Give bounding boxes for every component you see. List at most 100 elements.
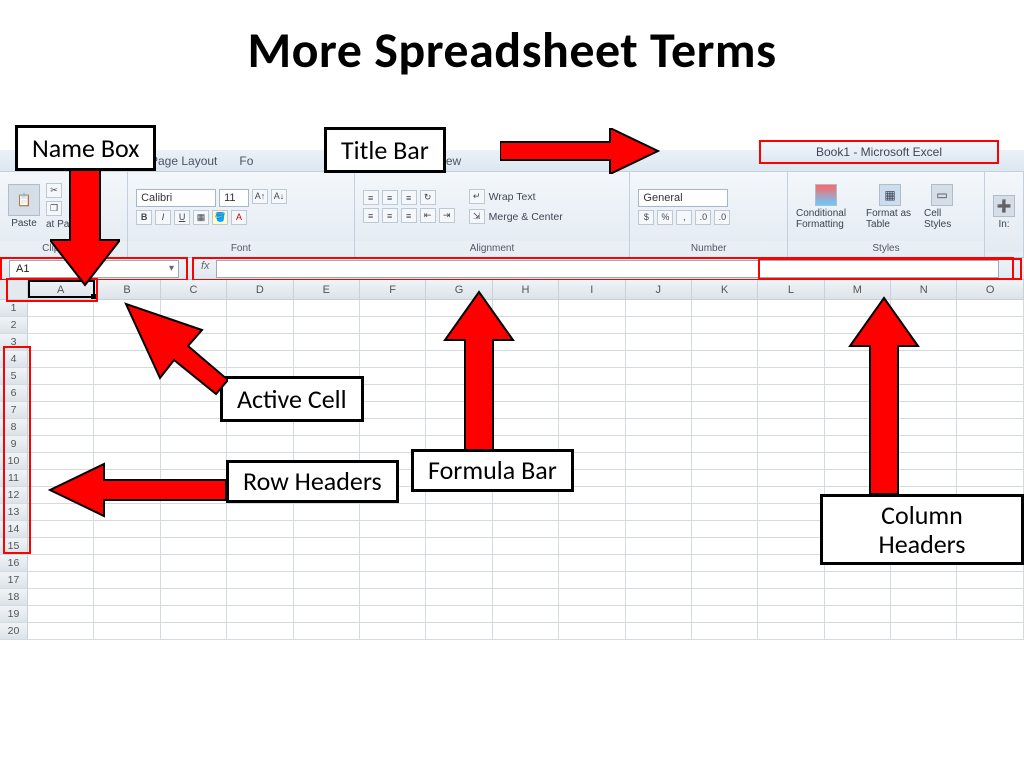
align-middle-button[interactable]: ≡ xyxy=(382,190,398,205)
cell[interactable] xyxy=(957,351,1023,368)
cell[interactable] xyxy=(891,572,957,589)
cell[interactable] xyxy=(161,589,227,606)
number-format-select[interactable]: General xyxy=(638,189,728,207)
cell[interactable] xyxy=(825,623,891,640)
cell[interactable] xyxy=(227,623,293,640)
cell[interactable] xyxy=(758,555,824,572)
row-header[interactable]: 7 xyxy=(0,402,28,419)
cell[interactable] xyxy=(692,470,758,487)
cell[interactable] xyxy=(360,300,426,317)
cell[interactable] xyxy=(227,572,293,589)
cell[interactable] xyxy=(692,351,758,368)
cell[interactable] xyxy=(426,572,492,589)
cell[interactable] xyxy=(758,470,824,487)
font-name-select[interactable]: Calibri xyxy=(136,189,216,207)
cell[interactable] xyxy=(426,538,492,555)
cell[interactable] xyxy=(891,623,957,640)
cell[interactable] xyxy=(294,504,360,521)
cell[interactable] xyxy=(161,538,227,555)
cell[interactable] xyxy=(692,487,758,504)
wrap-text-button[interactable]: ↵Wrap Text xyxy=(469,189,563,204)
currency-button[interactable]: $ xyxy=(638,210,654,225)
cell[interactable] xyxy=(825,572,891,589)
cell[interactable] xyxy=(493,606,559,623)
cell[interactable] xyxy=(957,606,1023,623)
cell[interactable] xyxy=(957,317,1023,334)
cell[interactable] xyxy=(626,300,692,317)
align-right-button[interactable]: ≡ xyxy=(401,208,417,223)
cell[interactable] xyxy=(957,419,1023,436)
cell[interactable] xyxy=(493,504,559,521)
column-header[interactable]: J xyxy=(626,280,692,300)
cell[interactable] xyxy=(626,538,692,555)
cell[interactable] xyxy=(692,555,758,572)
cell[interactable] xyxy=(692,334,758,351)
merge-center-button[interactable]: ⇲Merge & Center xyxy=(469,209,563,224)
cell[interactable] xyxy=(758,368,824,385)
cell[interactable] xyxy=(957,623,1023,640)
cell[interactable] xyxy=(94,623,160,640)
cell[interactable] xyxy=(692,504,758,521)
cell[interactable] xyxy=(28,521,94,538)
percent-button[interactable]: % xyxy=(657,210,673,225)
cell[interactable] xyxy=(94,572,160,589)
cell[interactable] xyxy=(758,436,824,453)
row-header[interactable]: 1 xyxy=(0,300,28,317)
cell[interactable] xyxy=(426,521,492,538)
cell[interactable] xyxy=(28,623,94,640)
row-header[interactable]: 18 xyxy=(0,589,28,606)
cell[interactable] xyxy=(360,368,426,385)
cell-styles-button[interactable]: ▭Cell Styles xyxy=(924,184,960,230)
format-as-table-button[interactable]: ▦Format as Table xyxy=(866,184,914,230)
cell[interactable] xyxy=(692,606,758,623)
cell[interactable] xyxy=(957,589,1023,606)
cell[interactable] xyxy=(626,402,692,419)
fill-color-button[interactable]: 🪣 xyxy=(212,210,228,225)
cell[interactable] xyxy=(559,538,625,555)
row-header[interactable]: 5 xyxy=(0,368,28,385)
cell[interactable] xyxy=(626,317,692,334)
cell[interactable] xyxy=(559,572,625,589)
cell[interactable] xyxy=(758,334,824,351)
cell[interactable] xyxy=(294,555,360,572)
dec-decimal-button[interactable]: .0 xyxy=(714,210,730,225)
cell[interactable] xyxy=(891,589,957,606)
cell[interactable] xyxy=(28,606,94,623)
cell[interactable] xyxy=(758,487,824,504)
cell[interactable] xyxy=(28,402,94,419)
cell[interactable] xyxy=(559,300,625,317)
row-header[interactable]: 4 xyxy=(0,351,28,368)
column-header[interactable]: F xyxy=(360,280,426,300)
cell[interactable] xyxy=(493,538,559,555)
tab-page-layout[interactable]: Page Layout xyxy=(150,154,217,168)
decrease-indent-button[interactable]: ⇤ xyxy=(420,208,436,223)
comma-button[interactable]: , xyxy=(676,210,692,225)
row-header[interactable]: 2 xyxy=(0,317,28,334)
cell[interactable] xyxy=(360,317,426,334)
cell[interactable] xyxy=(825,589,891,606)
column-header[interactable]: E xyxy=(294,280,360,300)
cell[interactable] xyxy=(692,453,758,470)
column-header[interactable]: O xyxy=(957,280,1023,300)
cell[interactable] xyxy=(559,402,625,419)
cell[interactable] xyxy=(28,334,94,351)
cell[interactable] xyxy=(692,385,758,402)
cell[interactable] xyxy=(493,555,559,572)
cell[interactable] xyxy=(294,606,360,623)
cell[interactable] xyxy=(559,351,625,368)
cell[interactable] xyxy=(94,589,160,606)
cell[interactable] xyxy=(957,385,1023,402)
decrease-font-button[interactable]: A↓ xyxy=(271,189,287,204)
row-header[interactable]: 6 xyxy=(0,385,28,402)
border-button[interactable]: ▦ xyxy=(193,210,209,225)
cell[interactable] xyxy=(294,317,360,334)
row-header[interactable]: 14 xyxy=(0,521,28,538)
cell[interactable] xyxy=(161,606,227,623)
cell[interactable] xyxy=(161,419,227,436)
cell[interactable] xyxy=(227,521,293,538)
cell[interactable] xyxy=(227,555,293,572)
cell[interactable] xyxy=(493,589,559,606)
cell[interactable] xyxy=(626,606,692,623)
cell[interactable] xyxy=(626,470,692,487)
paste-button[interactable]: 📋 Paste xyxy=(8,184,40,229)
